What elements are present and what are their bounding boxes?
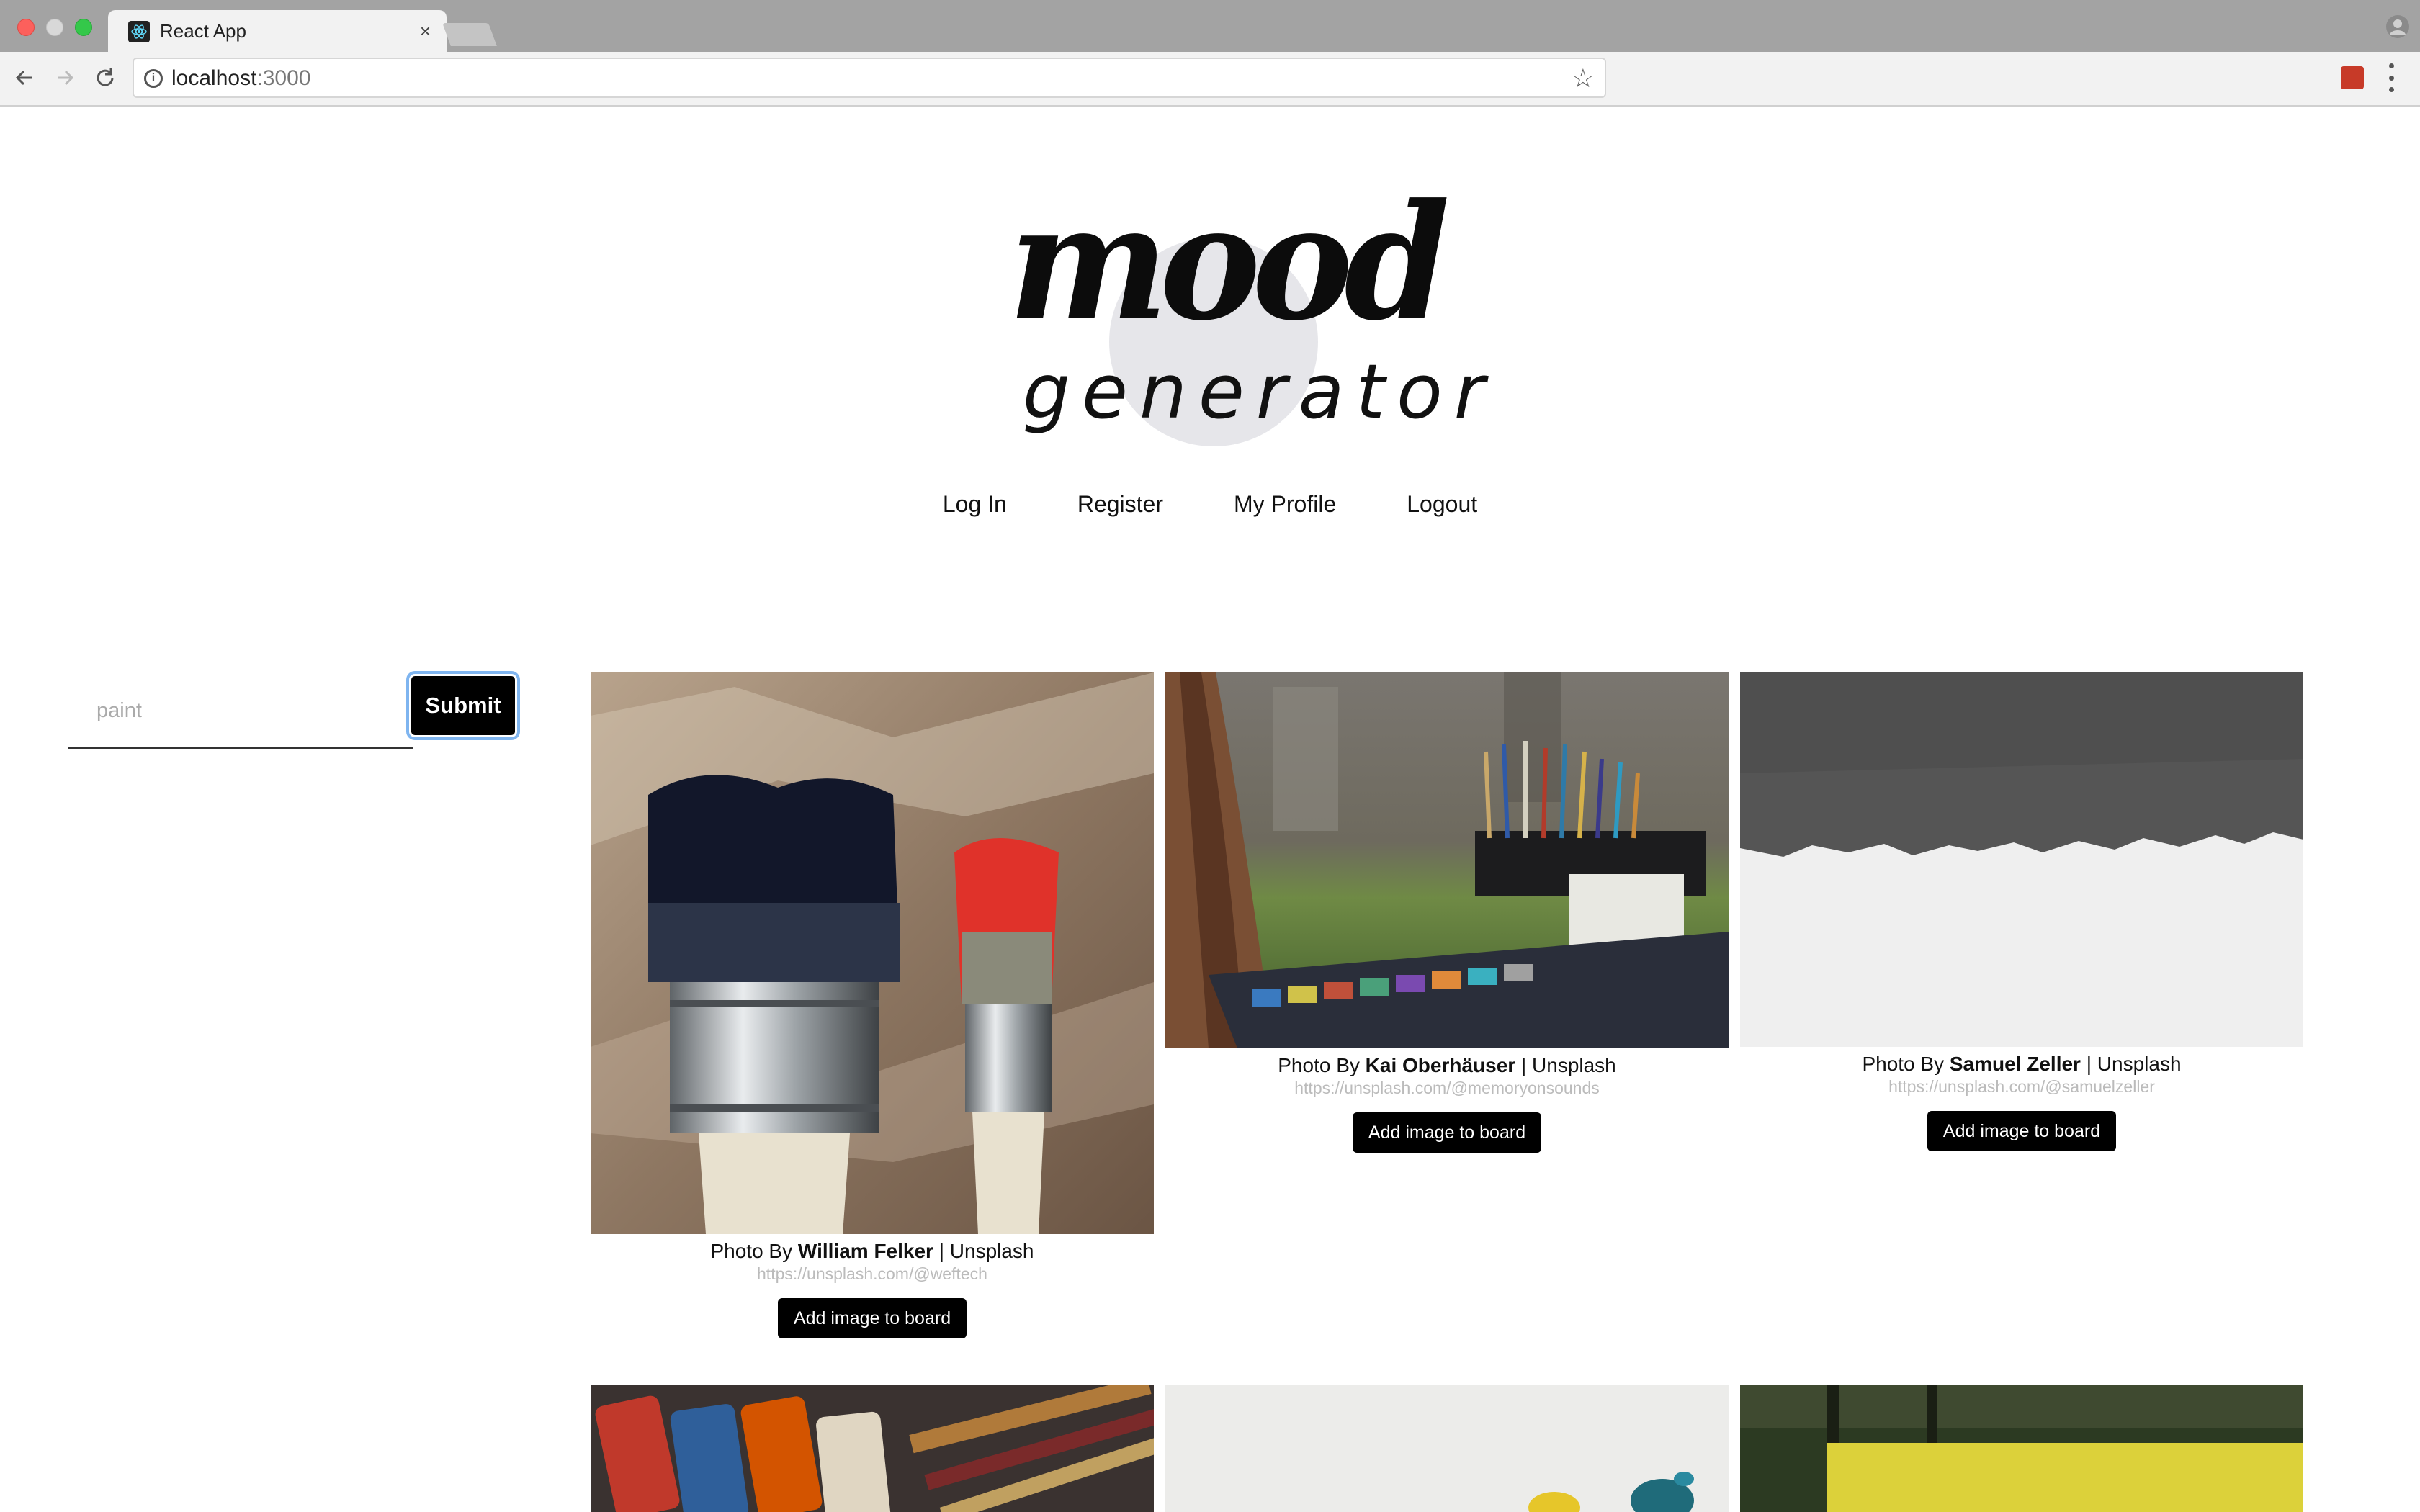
- photo-paint-stand: [1165, 672, 1729, 1048]
- tab-close-icon[interactable]: ×: [420, 20, 431, 42]
- browser-toolbar: i localhost:3000 ☆: [0, 52, 2420, 107]
- mood-generator-logo: mood generator: [1008, 168, 1497, 454]
- nav-logout-link[interactable]: Logout: [1407, 491, 1477, 518]
- photo-paint-palette: [1165, 1385, 1729, 1512]
- photo-author: William Felker: [797, 1240, 933, 1262]
- submit-button[interactable]: Submit: [409, 674, 517, 737]
- main-nav: Log In Register My Profile Logout: [0, 491, 2420, 518]
- photo-author-url[interactable]: https://unsplash.com/@samuelzeller: [1740, 1077, 2303, 1097]
- photo-credit: Photo By William Felker | Unsplash: [710, 1240, 1034, 1262]
- new-tab-button[interactable]: [442, 23, 497, 46]
- browser-menu-icon[interactable]: [2387, 63, 2396, 92]
- photo-paint-tubes: [591, 1385, 1154, 1512]
- address-bar[interactable]: i localhost:3000 ☆: [133, 58, 1606, 98]
- image-card: Photo By Kai Oberhäuser | Unsplash https…: [1165, 672, 1729, 1153]
- add-image-to-board-button[interactable]: Add image to board: [1927, 1111, 2117, 1151]
- image-card: [1740, 1385, 2303, 1512]
- photo-author-url[interactable]: https://unsplash.com/@memoryonsounds: [1165, 1079, 1729, 1098]
- tab-title: React App: [160, 20, 246, 42]
- zoom-window-button[interactable]: [75, 19, 92, 36]
- photo-author: Kai Oberhäuser: [1365, 1054, 1516, 1076]
- photo-paint-brushes: [591, 672, 1154, 1234]
- photo-author-url[interactable]: https://unsplash.com/@weftech: [591, 1264, 1154, 1284]
- nav-profile-link[interactable]: My Profile: [1234, 491, 1336, 518]
- close-window-button[interactable]: [17, 19, 35, 36]
- nav-login-link[interactable]: Log In: [943, 491, 1007, 518]
- browser-tab-bar: React App ×: [0, 0, 2420, 52]
- photo-painted-wall: [1740, 672, 2303, 1047]
- photo-yellow-canvas: [1740, 1385, 2303, 1512]
- url-text: localhost:3000: [171, 66, 311, 90]
- image-card: Photo By Samuel Zeller | Unsplash https:…: [1740, 672, 2303, 1151]
- react-favicon-icon: [128, 21, 150, 42]
- profile-icon[interactable]: [2385, 14, 2410, 39]
- image-card: Photo By William Felker | Unsplash https…: [591, 672, 1154, 1338]
- add-image-to-board-button[interactable]: Add image to board: [1352, 1112, 1542, 1153]
- bookmark-star-icon[interactable]: ☆: [1572, 63, 1595, 94]
- add-image-to-board-button[interactable]: Add image to board: [777, 1298, 967, 1338]
- back-arrow-icon[interactable]: [10, 63, 39, 92]
- info-icon[interactable]: i: [144, 69, 163, 88]
- image-card: [1165, 1385, 1729, 1512]
- search-input[interactable]: [68, 675, 413, 749]
- extension-icon[interactable]: [2341, 66, 2364, 89]
- nav-register-link[interactable]: Register: [1077, 491, 1163, 518]
- browser-tab[interactable]: React App ×: [108, 10, 447, 52]
- forward-arrow-icon[interactable]: [50, 63, 79, 92]
- photo-credit: Photo By Kai Oberhäuser | Unsplash: [1278, 1054, 1616, 1076]
- minimize-window-button[interactable]: [46, 19, 63, 36]
- reload-icon[interactable]: [91, 63, 120, 92]
- image-card: [591, 1385, 1154, 1512]
- logo-generator-text: generator: [1023, 348, 1497, 436]
- logo-mood-text: mood: [1008, 168, 1450, 356]
- photo-credit: Photo By Samuel Zeller | Unsplash: [1862, 1053, 2182, 1075]
- photo-author: Samuel Zeller: [1949, 1053, 2081, 1075]
